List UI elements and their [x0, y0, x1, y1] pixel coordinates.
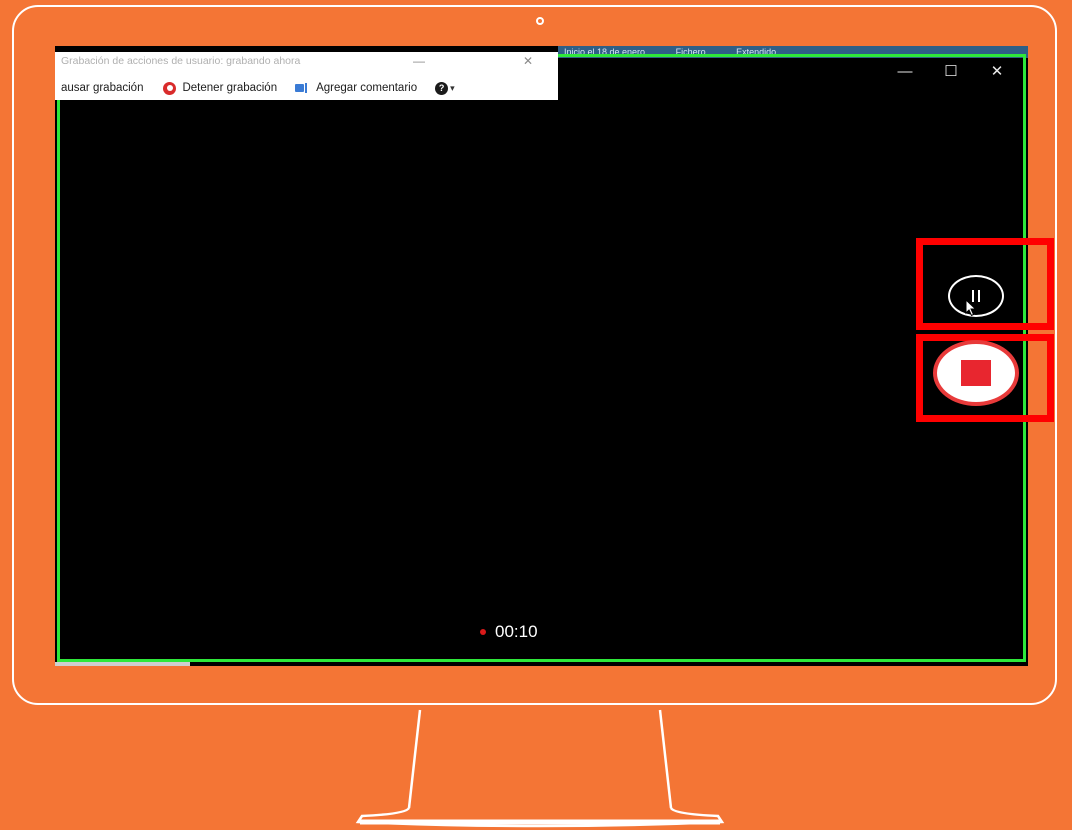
taskbar-item[interactable]: Extendido: [736, 46, 776, 58]
recording-timer: 00:10: [480, 622, 538, 642]
stop-recording-button[interactable]: Detener grabación: [163, 81, 278, 95]
recording-indicator-icon: [480, 629, 486, 635]
close-button[interactable]: ✕: [974, 60, 1020, 82]
steps-recorder-title: Grabación de acciones de usuario: graban…: [61, 55, 301, 67]
pause-recording-button[interactable]: ausar grabación: [61, 82, 143, 94]
comment-icon: [295, 82, 311, 94]
minimize-button[interactable]: —: [882, 60, 928, 82]
stop-recording-label: Detener grabación: [182, 82, 278, 94]
chevron-down-icon: ▾: [450, 82, 455, 93]
steps-recorder-titlebar: Grabación de acciones de usuario: graban…: [55, 52, 558, 74]
steps-recorder-window: Grabación de acciones de usuario: graban…: [55, 52, 558, 100]
recorder-close-button[interactable]: ✕: [523, 52, 533, 70]
add-comment-button[interactable]: Agregar comentario: [295, 82, 417, 94]
window-controls: — ☐ ✕: [882, 60, 1020, 82]
recording-elapsed-time: 00:10: [495, 622, 538, 641]
taskbar-item[interactable]: Inicio el 18 de enero: [564, 46, 645, 58]
pause-recording-label: ausar grabación: [61, 82, 144, 94]
steps-recorder-toolbar: ausar grabación Detener grabación Agrega…: [55, 77, 558, 99]
add-comment-label: Agregar comentario: [316, 82, 418, 94]
stop-icon: [961, 360, 991, 386]
help-menu-button[interactable]: ? ▾: [435, 81, 455, 95]
stop-button[interactable]: [933, 340, 1019, 406]
desktop-taskbar: Inicio el 18 de enero Fichero Extendido: [558, 46, 1028, 58]
maximize-button[interactable]: ☐: [928, 60, 974, 82]
screen: Inicio el 18 de enero Fichero Extendido …: [55, 46, 1028, 666]
taskbar-item[interactable]: Fichero: [676, 46, 706, 58]
recorder-minimize-button[interactable]: —: [413, 52, 425, 70]
mouse-cursor-icon: [965, 299, 977, 317]
help-icon: ?: [435, 81, 449, 95]
taskbar-strip: [55, 662, 190, 666]
stop-record-icon: [163, 81, 177, 95]
recording-region-border: [57, 54, 1026, 662]
